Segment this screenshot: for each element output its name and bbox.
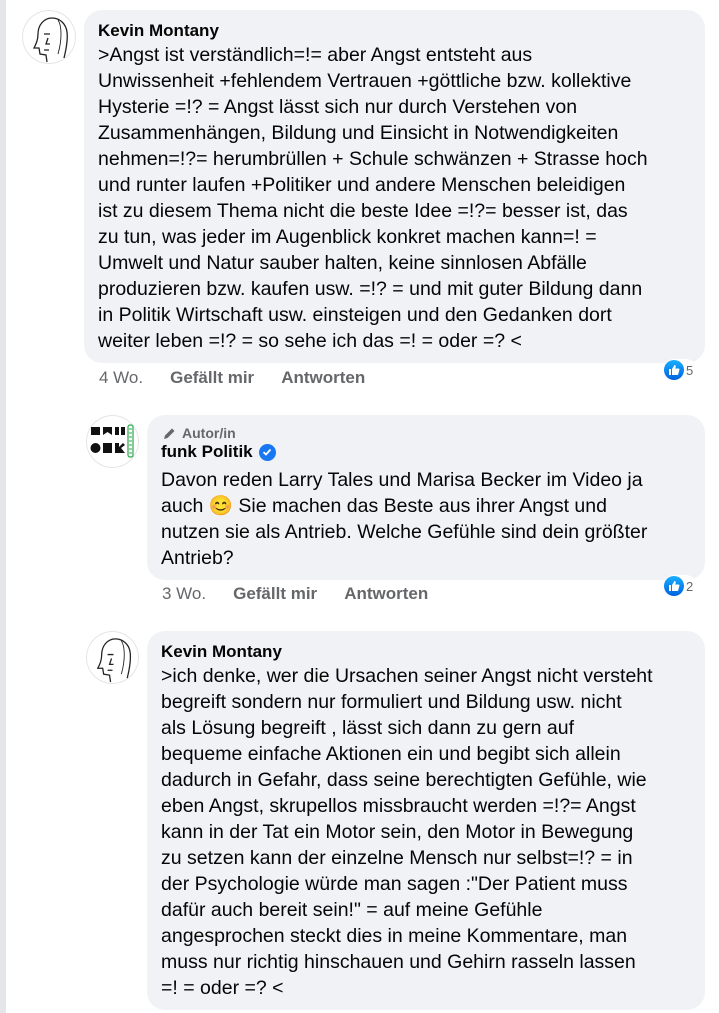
comment-author: funk Politik (161, 441, 691, 463)
comment-text-part-2: Sie machen das Beste aus ihrer Angst und… (161, 495, 648, 569)
comment-actions-1: 4 Wo. Gefällt mir Antworten (99, 368, 365, 388)
like-thumb-icon (664, 360, 684, 380)
like-thumb-icon (664, 576, 684, 596)
comment-time[interactable]: 4 Wo. (99, 368, 143, 388)
face-sketch-icon (32, 17, 68, 63)
funk-logo-icon (90, 424, 134, 458)
comment-author[interactable]: Kevin Montany (98, 20, 691, 42)
comment-text: >ich denke, wer die Ursachen seiner Angs… (161, 665, 653, 999)
reply-button[interactable]: Antworten (344, 584, 428, 604)
verified-icon (258, 443, 276, 461)
author-badge: Autor/in (163, 425, 691, 441)
comment-bubble-2: Autor/in funk Politik Davon reden Larry … (147, 415, 705, 580)
comment-author[interactable]: Kevin Montany (161, 641, 691, 663)
thread-line (0, 0, 6, 1013)
reaction-count: 2 (686, 578, 694, 594)
pencil-icon (164, 428, 175, 439)
face-sketch-icon (96, 638, 132, 683)
comment-text: >Angst ist verständlich=!= aber Angst en… (98, 44, 648, 352)
comment-author-name[interactable]: funk Politik (161, 441, 253, 463)
comment-actions-2: 3 Wo. Gefällt mir Antworten (162, 584, 428, 604)
reply-button[interactable]: Antworten (281, 368, 365, 388)
comment-text: Davon reden Larry Tales und Marisa Becke… (161, 467, 691, 571)
comment-bubble-3: Kevin Montany >ich denke, wer die Ursach… (147, 631, 705, 1010)
author-badge-label: Autor/in (182, 425, 236, 441)
reaction-count: 5 (686, 362, 694, 378)
comment-time[interactable]: 3 Wo. (162, 584, 206, 604)
like-button[interactable]: Gefällt mir (170, 368, 254, 388)
avatar-funk-politik[interactable] (86, 415, 139, 468)
comment-bubble-1: Kevin Montany >Angst ist verständlich=!=… (84, 10, 705, 363)
avatar-kevin-montany[interactable] (86, 631, 139, 684)
reaction-count-2[interactable]: 2 (663, 575, 698, 597)
reaction-count-1[interactable]: 5 (663, 359, 698, 381)
avatar-kevin-montany[interactable] (22, 10, 76, 64)
smiling-emoji: 😊 (208, 495, 233, 517)
like-button[interactable]: Gefällt mir (233, 584, 317, 604)
